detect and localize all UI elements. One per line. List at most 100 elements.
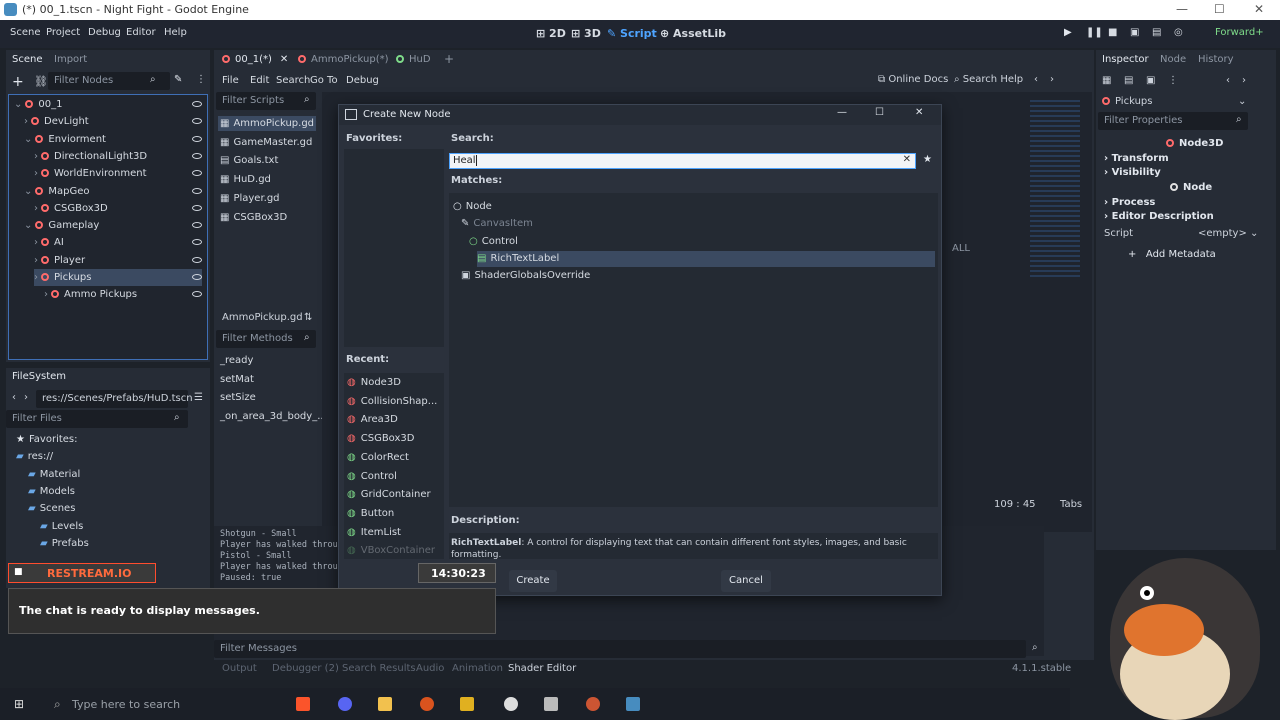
godot-taskbar-icon[interactable]	[626, 697, 640, 711]
scene-tree-node[interactable]: › WorldEnvironment	[34, 165, 202, 182]
workspace-3d[interactable]: ⊞ 3D	[571, 27, 601, 40]
expand-arrow-icon[interactable]: ⌄	[14, 99, 22, 110]
taskbar-search-input[interactable]: Type here to search	[72, 698, 180, 711]
bottom-tab[interactable]: Debugger (2)	[272, 663, 339, 674]
recent-item[interactable]: ◍ Button	[347, 508, 394, 519]
tree-arrow-icon[interactable]: ›	[34, 255, 38, 266]
start-menu-icon[interactable]: ⊞	[14, 697, 24, 711]
favorite-star-icon[interactable]: ★	[923, 154, 932, 165]
workspace-2d[interactable]: ⊞ 2D	[536, 27, 566, 40]
add-metadata-button[interactable]: + Add Metadata	[1128, 249, 1216, 260]
scene-tree-node[interactable]: ⌄ Gameplay	[24, 217, 202, 234]
minimize-window-button[interactable]: —	[1176, 2, 1188, 16]
tab-import[interactable]: Import	[54, 54, 87, 65]
match-item[interactable]: ▤ RichTextLabel	[477, 250, 935, 267]
recent-item[interactable]: ◍ Node3D	[347, 377, 401, 388]
play-custom-scene-icon[interactable]: ▤	[1152, 27, 1161, 38]
visibility-eye-icon[interactable]	[192, 274, 202, 280]
instance-scene-icon[interactable]: ⛓	[34, 75, 48, 88]
tab-node[interactable]: Node	[1160, 54, 1186, 65]
discord-icon[interactable]	[338, 697, 352, 711]
indent-mode[interactable]: Tabs	[1060, 499, 1082, 510]
tab-inspector[interactable]: Inspector	[1102, 54, 1149, 65]
menu-scene[interactable]: Scene	[10, 27, 41, 38]
tree-arrow-icon[interactable]: ›	[34, 237, 38, 248]
inspector-options-icon[interactable]: ⋮	[1168, 75, 1178, 86]
menu-debug[interactable]: Debug	[88, 27, 121, 38]
dialog-minimize-button[interactable]: —	[837, 107, 847, 118]
filesystem-path[interactable]: res://Scenes/Prefabs/HuD.tscn	[36, 390, 193, 408]
bottom-tab[interactable]: Audio	[416, 663, 444, 674]
tree-arrow-icon[interactable]: ›	[44, 289, 48, 300]
filter-files-input[interactable]: Filter Files	[6, 410, 188, 428]
movie-maker-icon[interactable]: ◎	[1174, 27, 1183, 38]
tablet-app-icon[interactable]	[544, 697, 558, 711]
tree-arrow-icon[interactable]: ›	[34, 168, 38, 179]
tree-arrow-icon[interactable]: ›	[34, 272, 38, 283]
filter-methods-input[interactable]: Filter Methods	[216, 330, 316, 348]
play-scene-icon[interactable]: ▣	[1130, 27, 1139, 38]
dialog-maximize-button[interactable]: ☐	[875, 107, 884, 118]
filesystem-item[interactable]: ▰ res://	[16, 451, 53, 462]
brave-browser-icon[interactable]	[296, 697, 310, 711]
tree-arrow-icon[interactable]: ⌄	[24, 186, 32, 197]
bottom-tab[interactable]: Search Results	[342, 663, 416, 674]
script-list-item[interactable]: ▦ Player.gd	[218, 191, 316, 206]
filter-messages-input[interactable]: Filter Messages	[214, 640, 1026, 658]
filesystem-item[interactable]: ★ Favorites:	[16, 434, 78, 445]
match-item[interactable]: ○ Control	[469, 234, 935, 250]
back-icon[interactable]: ‹	[12, 392, 16, 403]
filesystem-item[interactable]: ▰ Models	[28, 486, 75, 497]
add-tab-icon[interactable]: +	[444, 52, 454, 66]
renderer-selector[interactable]: Forward+	[1215, 27, 1264, 38]
section-transform[interactable]: › Transform	[1104, 153, 1169, 164]
script-list-item[interactable]: ▦ AmmoPickup.gd	[218, 116, 316, 131]
menu-editor[interactable]: Editor	[126, 27, 156, 38]
method-item[interactable]: _ready	[220, 355, 253, 366]
method-item[interactable]: setMat	[220, 374, 254, 385]
recent-item[interactable]: ◍ ColorRect	[347, 452, 409, 463]
online-docs-link[interactable]: ⧉ Online Docs	[878, 74, 948, 85]
recent-item[interactable]: ◍ VBoxContainer	[347, 545, 435, 556]
filter-scripts-input[interactable]: Filter Scripts	[216, 92, 316, 110]
script-attach-icon[interactable]: ✎	[174, 74, 182, 85]
forward-icon[interactable]: ›	[24, 392, 28, 403]
tree-arrow-icon[interactable]: ⌄	[24, 134, 32, 145]
tab-history[interactable]: History	[1198, 54, 1234, 65]
add-node-icon[interactable]: +	[12, 74, 24, 90]
match-item[interactable]: ▣ ShaderGlobalsOverride	[461, 268, 935, 284]
dialog-close-button[interactable]: ✕	[915, 107, 923, 118]
file-explorer-icon[interactable]	[378, 697, 392, 711]
chrome-icon[interactable]	[586, 697, 600, 711]
recent-item[interactable]: ◍ Control	[347, 471, 397, 482]
visibility-eye-icon[interactable]	[192, 204, 202, 211]
script-menu-item[interactable]: Debug	[346, 75, 379, 86]
script-menu-item[interactable]: Edit	[250, 75, 269, 86]
match-item[interactable]: ✎ CanvasItem	[461, 216, 935, 232]
dropdown-icon[interactable]: ⌄	[1238, 96, 1246, 107]
cancel-button[interactable]: Cancel	[721, 570, 771, 592]
prev-script-icon[interactable]: ‹	[1034, 74, 1038, 85]
scene-tree-node[interactable]: › CSGBox3D	[34, 200, 202, 217]
tree-arrow-icon[interactable]: ⌄	[24, 220, 32, 231]
script-property-value[interactable]: <empty> ⌄	[1198, 228, 1258, 239]
scene-tree-node[interactable]: ⌄ MapGeo	[24, 183, 202, 200]
obs-icon[interactable]	[504, 697, 518, 711]
scene-tree-node[interactable]: › Ammo Pickups	[44, 286, 202, 303]
recent-item[interactable]: ◍ GridContainer	[347, 489, 431, 500]
match-item[interactable]: ○ Node	[453, 199, 935, 215]
section-editor-description[interactable]: › Editor Description	[1104, 211, 1214, 222]
menu-project[interactable]: Project	[46, 27, 80, 38]
create-button[interactable]: Create	[509, 570, 557, 592]
workspace-assetlib[interactable]: ⊕ AssetLib	[660, 27, 726, 40]
scene-tree-node[interactable]: ⌄ 00_1	[14, 96, 202, 113]
scene-tree-node[interactable]: › Pickups	[34, 269, 202, 286]
script-menu-item[interactable]: Go To	[310, 75, 338, 86]
pause-icon[interactable]: ❚❚	[1086, 27, 1103, 38]
load-resource-icon[interactable]: ▤	[1124, 75, 1133, 86]
search-help-button[interactable]: ⌕ Search Help	[954, 74, 1023, 85]
close-tab-icon[interactable]: ✕	[280, 54, 288, 65]
tab-filesystem[interactable]: FileSystem	[12, 371, 66, 382]
script-tab[interactable]: 00_1(*) ✕	[222, 54, 288, 65]
recent-item[interactable]: ◍ CollisionShap...	[347, 396, 437, 407]
